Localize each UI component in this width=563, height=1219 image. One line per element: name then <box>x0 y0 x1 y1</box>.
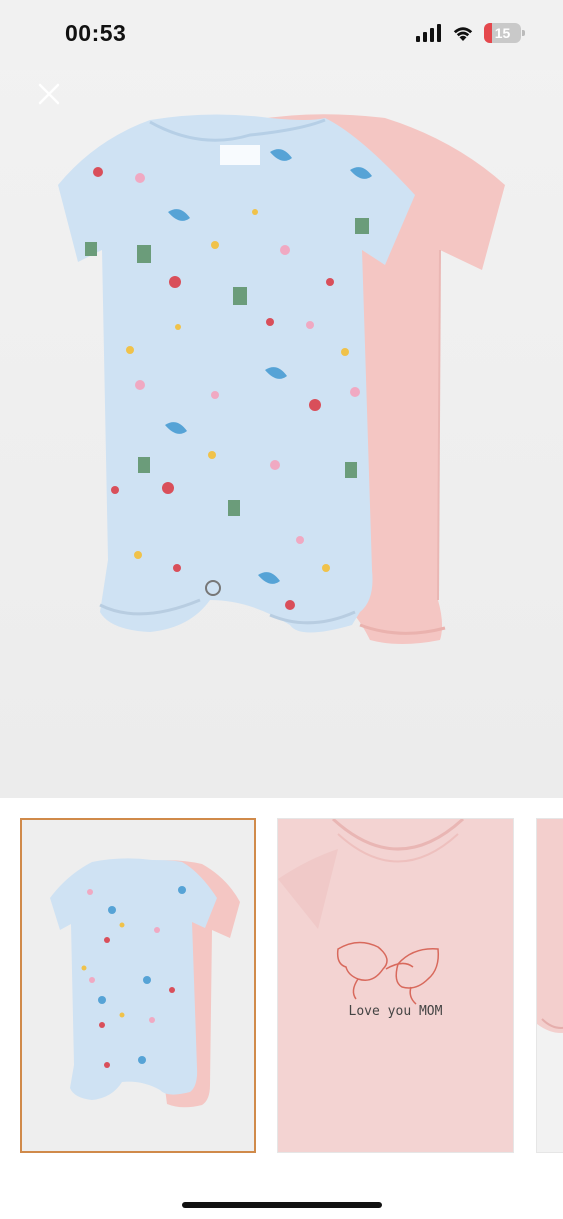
status-bar: 00:53 15 <box>0 0 563 70</box>
thumbnail-strip: Love you MOM <box>0 798 563 1178</box>
close-button[interactable] <box>30 75 68 113</box>
romper-photo <box>58 114 505 645</box>
thumbnail-1-image <box>50 858 240 1108</box>
thumbnail-3-image <box>537 819 563 1033</box>
battery-icon: 15 <box>484 23 525 43</box>
thumbnail-3[interactable] <box>536 818 563 1153</box>
main-product-image[interactable] <box>0 0 563 798</box>
thumbnail-1[interactable] <box>20 818 256 1153</box>
wifi-icon <box>453 27 473 41</box>
status-icons: 15 <box>416 23 525 43</box>
home-indicator[interactable] <box>182 1202 382 1208</box>
thumbnail-2[interactable]: Love you MOM <box>277 818 514 1153</box>
close-icon <box>38 83 60 105</box>
status-time: 00:53 <box>65 20 127 46</box>
battery-level: 15 <box>494 25 511 41</box>
print-text: Love you MOM <box>348 1004 443 1019</box>
blue-romper <box>58 114 415 633</box>
bird-print <box>336 941 440 1005</box>
battery-tip <box>522 30 525 36</box>
signal-icon <box>416 24 441 42</box>
thumbnail-2-image <box>278 819 465 1005</box>
